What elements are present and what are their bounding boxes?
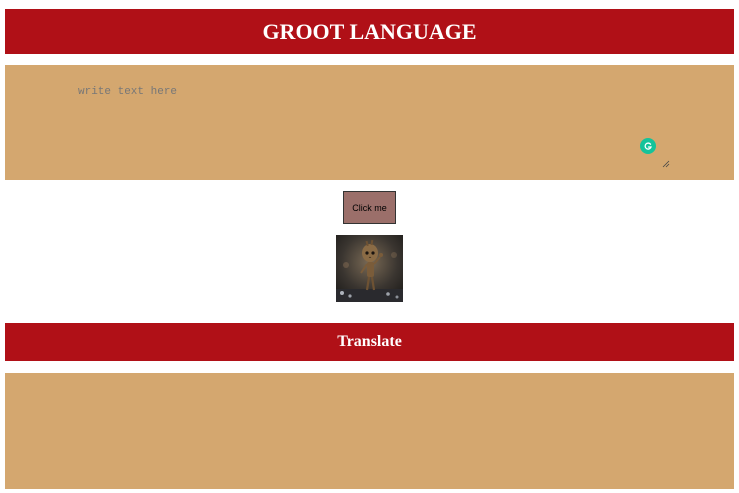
page-title: GROOT LANGUAGE <box>262 18 477 44</box>
click-button-wrapper: Click me <box>343 191 396 224</box>
groot-image <box>336 235 403 302</box>
resize-handle-icon[interactable] <box>662 160 670 168</box>
output-text <box>5 373 734 393</box>
page-header: GROOT LANGUAGE <box>5 9 734 54</box>
input-panel <box>5 65 734 180</box>
page: GROOT LANGUAGE Click me <box>0 0 739 493</box>
translate-label: Translate <box>337 333 402 350</box>
click-me-button[interactable]: Click me <box>343 191 396 224</box>
grammarly-icon[interactable] <box>640 138 656 154</box>
translate-button[interactable]: Translate <box>5 323 734 361</box>
text-input[interactable] <box>75 83 675 169</box>
output-panel <box>5 373 734 489</box>
